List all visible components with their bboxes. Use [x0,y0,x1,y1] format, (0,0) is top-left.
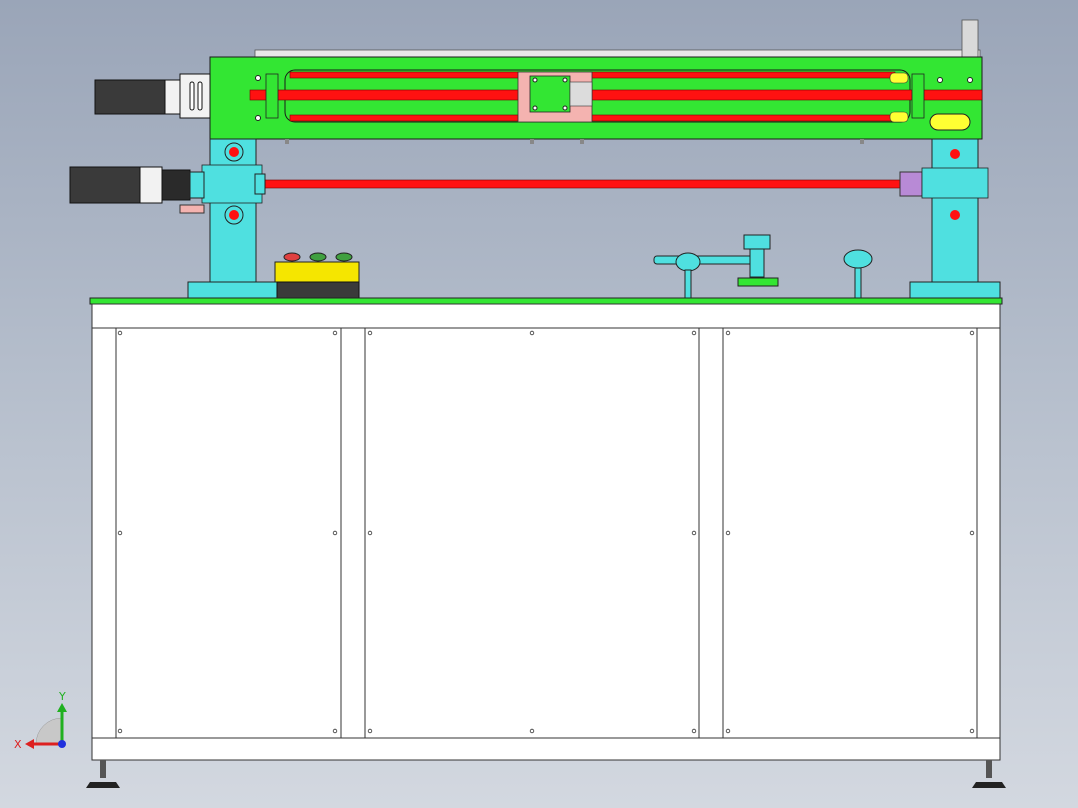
flange-slot [197,81,203,111]
upper-motor-flange [179,73,211,119]
push-button [335,252,353,262]
flange-slot [189,81,195,111]
sensor-clamp [675,252,701,272]
bearing-block-left [265,73,279,119]
left-clamp-block [201,164,263,204]
upper-motor-body [94,79,168,115]
bolt [562,77,568,83]
hanger [530,139,534,144]
control-box-base [276,281,360,300]
sensor-arm [653,255,755,265]
slot-end-marker [889,72,909,84]
bolt [967,77,973,83]
ring-clamp [843,249,873,269]
upper-motor-cap [164,79,181,115]
lower-drive-shaft [261,179,903,189]
left-support-foot [187,281,279,300]
leveling-foot-icon [972,760,1006,788]
bolt [937,77,943,83]
table-top-plate [89,297,1003,305]
cad-viewport[interactable]: Y X [0,0,1078,808]
left-lower-bearing-core [229,210,239,220]
lower-motor-body [69,166,143,204]
bolt [562,105,568,111]
ring-clamp-post [854,267,862,301]
bolt [532,77,538,83]
right-lower-bearing-core [950,210,960,220]
triad-x-label: X [14,738,22,751]
right-clamp-block [921,167,989,199]
mount-bracket [179,204,205,214]
shaft-pulley [899,171,923,197]
bolt [532,105,538,111]
push-button [309,252,327,262]
bolt [255,115,261,121]
coordinate-triad-icon: Y X [14,690,67,751]
bolt [255,75,261,81]
lower-motor-coupling [189,171,205,199]
hanger [860,139,864,144]
carriage-side-block [569,81,593,107]
left-upper-bearing-core [229,147,239,157]
leveling-foot-icon [86,760,120,788]
shaft-collar [254,173,266,195]
sensor-base [737,277,779,287]
sensor-column [749,248,765,278]
machine-drawing: Y X [14,19,1006,788]
right-upper-bearing-core [950,149,960,159]
guide-rail-bottom [289,114,896,122]
right-support-foot [909,281,1001,300]
push-button [283,252,301,262]
guide-rail-top [289,71,896,79]
cabinet-door-center [364,327,700,739]
cabinet-door-right [722,327,978,739]
hanger [285,139,289,144]
sensor-head [743,234,771,250]
triad-y-label: Y [58,690,66,703]
cabinet-bottom-rail [91,737,1001,761]
cabinet-door-left [115,327,342,739]
indicator-slot [929,113,971,131]
hanger [580,139,584,144]
lower-motor-cap [139,166,163,204]
bearing-block-right [911,73,925,119]
cabinet-top-rail [91,303,1001,329]
sensor-post [684,269,692,301]
control-box [274,261,360,283]
slot-end-marker [889,111,909,123]
ball-screw-upper [249,89,983,101]
lower-motor-gearbox [161,169,191,201]
